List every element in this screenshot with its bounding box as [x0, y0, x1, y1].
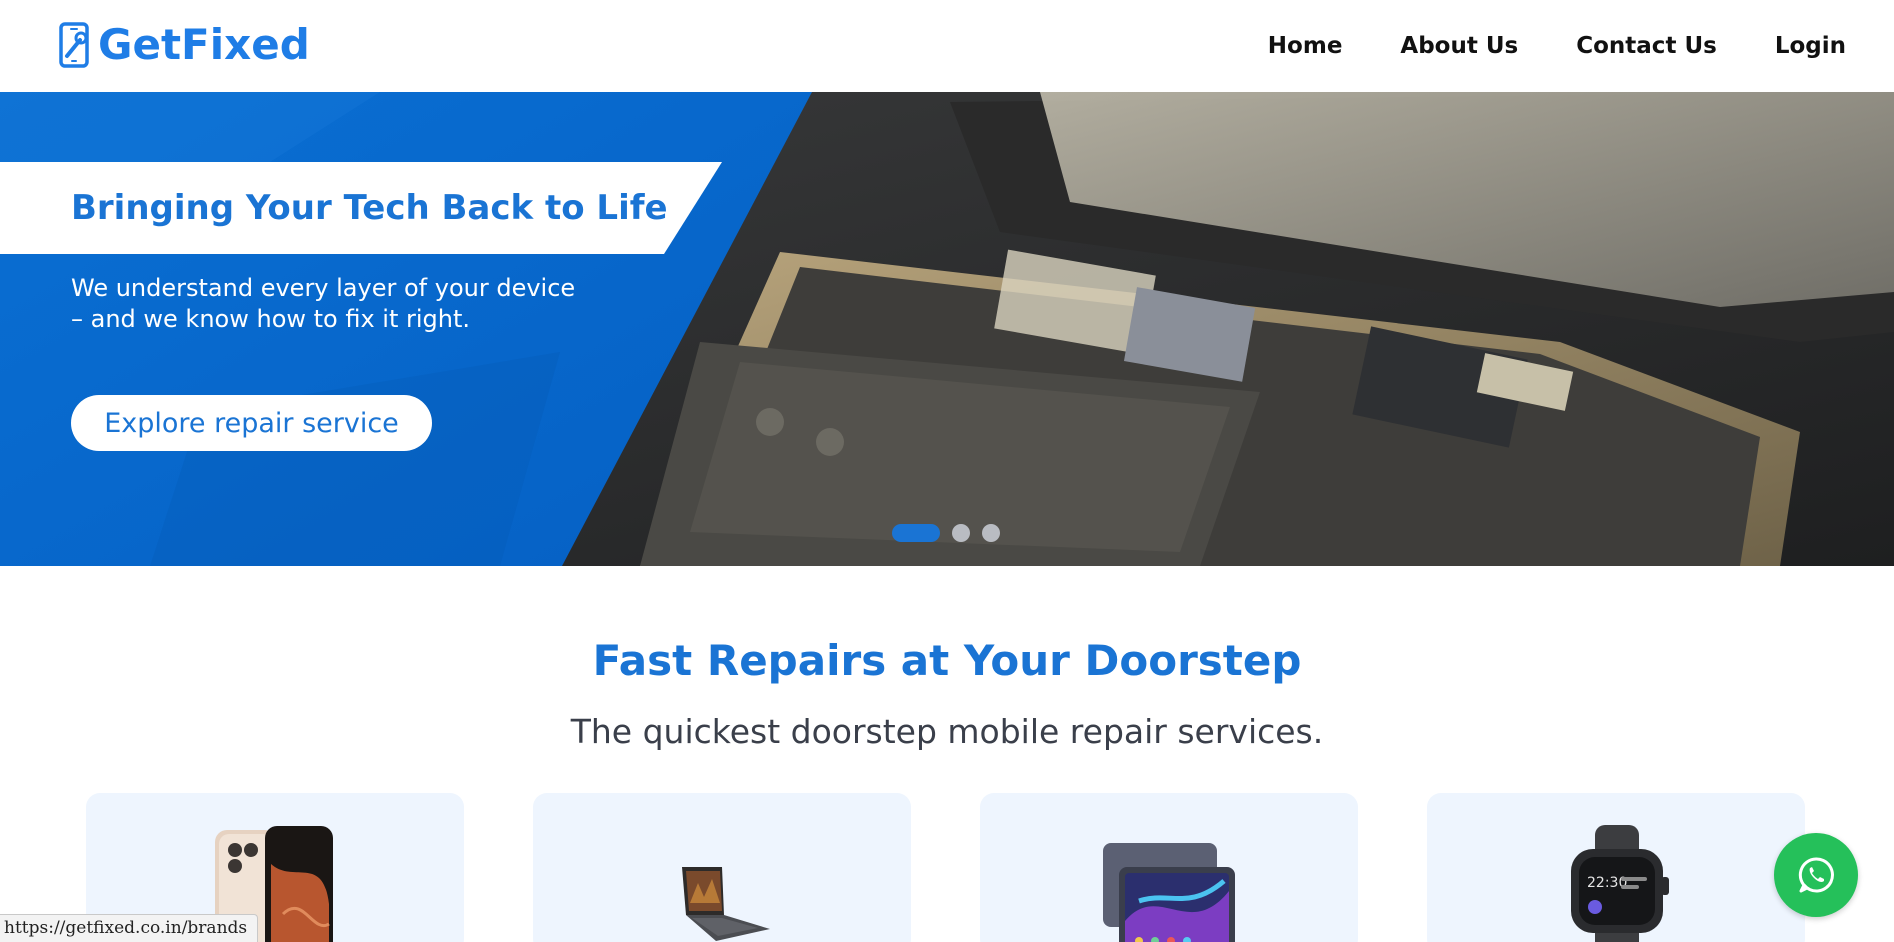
card-tablet[interactable] — [980, 793, 1358, 942]
card-laptop[interactable] — [533, 793, 911, 942]
explore-repair-button[interactable]: Explore repair service — [71, 395, 432, 451]
smartwatch-icon: 22:30 — [1571, 825, 1669, 942]
nav-login[interactable]: Login — [1775, 33, 1846, 59]
carousel-dot-3[interactable] — [982, 524, 1000, 542]
carousel-dot-2[interactable] — [952, 524, 970, 542]
card-smartwatch[interactable]: 22:30 — [1427, 793, 1805, 942]
carousel-indicators — [892, 524, 1000, 542]
logo-text: GetFixed — [98, 20, 310, 69]
device-cards: 22:30 — [86, 793, 1806, 942]
laptop-icon — [682, 867, 770, 941]
section-subtitle: The quickest doorstep mobile repair serv… — [570, 712, 1324, 751]
logo[interactable]: GetFixed — [58, 20, 310, 70]
tablet-icon — [1103, 843, 1235, 942]
hero-subtitle: We understand every layer of your device… — [71, 274, 576, 333]
nav-home[interactable]: Home — [1268, 33, 1343, 59]
whatsapp-icon — [1798, 857, 1834, 893]
hero-title: Bringing Your Tech Back to Life — [71, 188, 668, 228]
site-header: GetFixed Home About Us Contact Us Login — [0, 0, 1894, 92]
nav-contact-us[interactable]: Contact Us — [1576, 33, 1717, 59]
whatsapp-button[interactable] — [1774, 833, 1858, 917]
section-title: Fast Repairs at Your Doorstep — [592, 636, 1302, 685]
main-nav: Home About Us Contact Us Login — [1268, 0, 1846, 92]
link-status-bar: https://getfixed.co.in/brands — [0, 914, 259, 942]
carousel-dot-1[interactable] — [892, 524, 940, 542]
phone-wrench-icon — [59, 22, 89, 68]
nav-about-us[interactable]: About Us — [1400, 33, 1518, 59]
svg-text:22:30: 22:30 — [1587, 875, 1627, 891]
hero-carousel: Bringing Your Tech Back to Life We under… — [0, 92, 1894, 566]
